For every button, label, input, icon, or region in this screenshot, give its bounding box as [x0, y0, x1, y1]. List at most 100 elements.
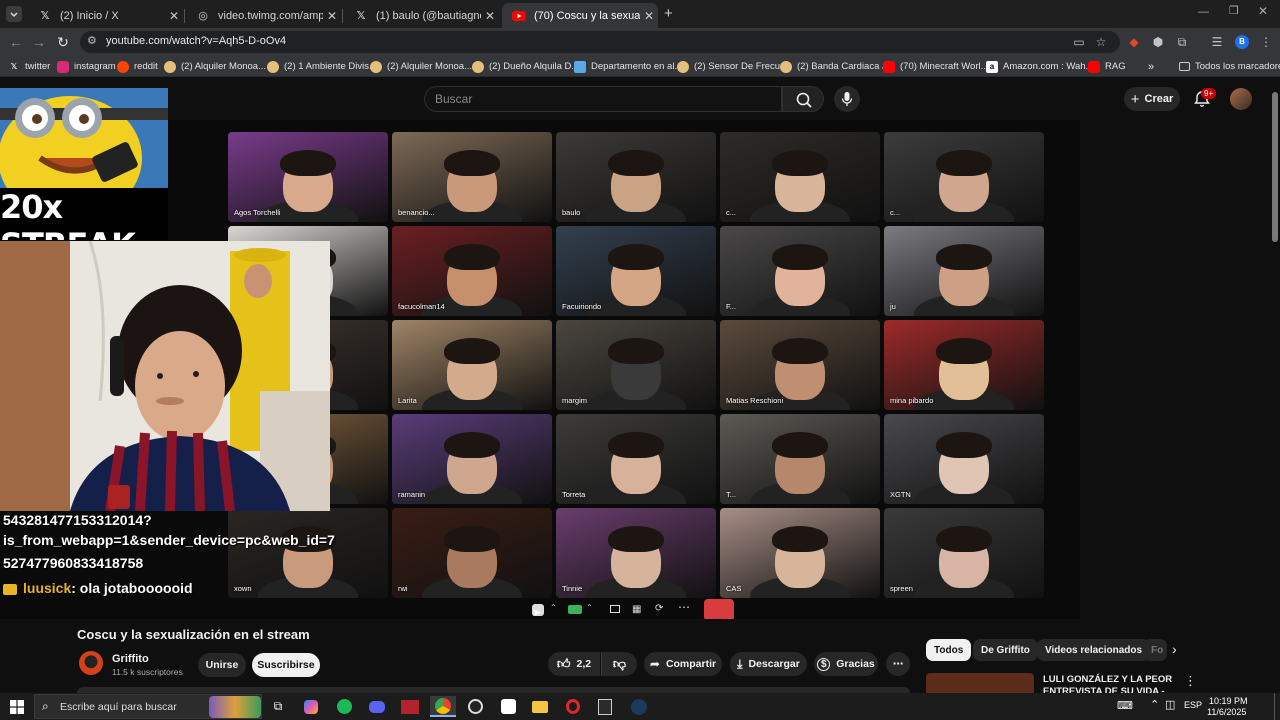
chrome-icon[interactable]: [430, 696, 456, 717]
participant-tile[interactable]: ramanin: [392, 414, 552, 504]
close-tab-icon[interactable]: ✕: [323, 9, 341, 23]
participant-tile[interactable]: Matias Reschioni: [720, 320, 880, 410]
show-desktop[interactable]: [1274, 693, 1280, 720]
download-button[interactable]: ⤓ Descargar: [730, 652, 807, 676]
participant-tile[interactable]: Facuiriondo: [556, 226, 716, 316]
more-icon[interactable]: ⋯: [678, 600, 690, 614]
subscribe-button[interactable]: Suscribirse: [252, 653, 320, 677]
bookmark-star-icon[interactable]: ☆: [1093, 34, 1109, 50]
close-tab-icon[interactable]: ✕: [640, 9, 658, 23]
participant-tile[interactable]: F...: [720, 226, 880, 316]
chip-related[interactable]: Videos relacionados: [1037, 639, 1151, 661]
reload-icon[interactable]: ↻: [54, 33, 72, 51]
address-bar[interactable]: ⚙ youtube.com/watch?v=Aqh5-D-oOv4: [80, 31, 1120, 53]
capcut-icon[interactable]: [497, 696, 519, 717]
close-tab-icon[interactable]: ✕: [481, 9, 499, 23]
clock-date[interactable]: 11/6/2025: [1207, 707, 1246, 717]
channel-avatar[interactable]: [79, 651, 103, 675]
search-input[interactable]: [435, 92, 765, 106]
participant-tile[interactable]: c...: [884, 132, 1044, 222]
participant-tile[interactable]: XGTN: [884, 414, 1044, 504]
like-button[interactable]: 👍︎ 2,2: [548, 652, 600, 676]
share-screen-icon[interactable]: [610, 605, 620, 613]
language-indicator[interactable]: ESP: [1184, 700, 1202, 710]
extensions-puzzle-icon[interactable]: ⧉: [1174, 34, 1190, 50]
recommended-thumbnail[interactable]: [926, 673, 1034, 693]
bookmarks-overflow[interactable]: »: [1148, 59, 1154, 74]
participant-tile[interactable]: ju: [884, 226, 1044, 316]
bookmark-item[interactable]: (2) Dueño Alquila D...: [472, 59, 579, 74]
bookmark-item[interactable]: reddit: [117, 59, 158, 74]
menu-kebab-icon[interactable]: ⋮: [1258, 34, 1274, 50]
spotify-icon[interactable]: [333, 696, 355, 717]
hang-up-button[interactable]: [704, 599, 734, 621]
bookmark-item[interactable]: Departamento en al...: [574, 59, 682, 74]
participant-tile[interactable]: rwi: [392, 508, 552, 598]
bookmark-item[interactable]: a Amazon.com : Wah...: [986, 59, 1093, 74]
chevron-right-icon[interactable]: ›: [1172, 641, 1177, 657]
chip-from-channel[interactable]: De Griffito: [973, 639, 1038, 661]
bookmark-item[interactable]: (70) Minecraft Worl...: [883, 59, 989, 74]
tab-x-home[interactable]: 𝕏 (2) Inicio / X ✕: [28, 3, 183, 28]
participant-tile[interactable]: CAS: [720, 508, 880, 598]
epic-games-icon[interactable]: [594, 696, 616, 717]
participant-tile[interactable]: c...: [720, 132, 880, 222]
chip-partial[interactable]: Fo: [1143, 639, 1167, 661]
chip-all[interactable]: Todos: [926, 639, 972, 661]
bookmark-item[interactable]: 𝕏twitter: [8, 59, 51, 74]
bookmark-item[interactable]: (2) Banda Cardiaca J...: [780, 59, 895, 74]
site-info-icon[interactable]: ⚙: [87, 34, 97, 47]
copilot-icon[interactable]: [300, 696, 322, 717]
all-bookmarks[interactable]: Todos los marcadores: [1179, 59, 1280, 74]
participant-tile[interactable]: T...: [720, 414, 880, 504]
voice-search-button[interactable]: [834, 86, 860, 112]
bookmark-item[interactable]: (2) 1 Ambiente Divis...: [267, 59, 377, 74]
chevron-up-icon[interactable]: ⌃: [550, 603, 557, 612]
obs-icon[interactable]: [464, 696, 486, 717]
more-actions-button[interactable]: ⋯: [886, 652, 910, 676]
task-view-icon[interactable]: ⧉: [267, 696, 289, 717]
file-explorer-icon[interactable]: [529, 696, 551, 717]
page-scrollbar[interactable]: [1270, 84, 1280, 696]
participant-tile[interactable]: mina pibardo: [884, 320, 1044, 410]
search-box[interactable]: [424, 86, 782, 112]
thanks-button[interactable]: $ Gracias: [814, 652, 878, 676]
keyboard-icon[interactable]: ⌨: [1117, 699, 1133, 712]
share-button[interactable]: ➦ Compartir: [644, 652, 722, 676]
participant-tile[interactable]: benancio...: [392, 132, 552, 222]
tab-search-button[interactable]: [6, 6, 22, 22]
tab-youtube-active[interactable]: (70) Coscu y la sexualización en ✕: [502, 3, 658, 28]
close-window-icon[interactable]: ✕: [1258, 4, 1268, 18]
discord-icon[interactable]: [366, 696, 388, 717]
kebab-menu-icon[interactable]: ⋮: [1184, 673, 1197, 689]
participant-tile[interactable]: baulo: [556, 132, 716, 222]
bookmark-item[interactable]: RAG: [1088, 59, 1126, 74]
grid-layout-icon[interactable]: ▦: [632, 604, 641, 615]
bookmark-item[interactable]: (2) Sensor De Frecu...: [677, 59, 788, 74]
clock-time[interactable]: 10:19 PM: [1209, 696, 1248, 706]
restore-icon[interactable]: ❐: [1229, 4, 1239, 17]
back-icon[interactable]: ←: [7, 33, 25, 51]
steam-icon[interactable]: [628, 696, 650, 717]
create-button[interactable]: + Crear: [1124, 87, 1180, 111]
extension-gray-icon[interactable]: ⬢: [1150, 34, 1166, 50]
dislike-button[interactable]: 👎︎: [601, 652, 637, 676]
taskbar-search[interactable]: ⌕ Escribe aquí para buscar: [34, 694, 262, 719]
participant-tile[interactable]: facucolman14: [392, 226, 552, 316]
game-app-icon[interactable]: [399, 696, 421, 717]
reading-list-icon[interactable]: ☰: [1209, 34, 1225, 50]
participant-tile[interactable]: Tinnie: [556, 508, 716, 598]
profile-avatar[interactable]: B: [1235, 35, 1249, 49]
bookmark-item[interactable]: (2) Alquiler Monoa...: [370, 59, 472, 74]
channel-name[interactable]: Griffito: [112, 653, 149, 665]
camera-control-icon[interactable]: [568, 605, 582, 614]
join-button[interactable]: Unirse: [198, 653, 246, 677]
opera-icon[interactable]: [562, 696, 584, 717]
windows-start-icon[interactable]: [6, 696, 28, 717]
tab-baulo-x[interactable]: 𝕏 (1) baulo (@bautiagnone) / X ✕: [344, 3, 499, 28]
account-avatar[interactable]: [1230, 88, 1252, 110]
new-tab-button[interactable]: +: [664, 5, 673, 22]
scrollbar-thumb[interactable]: [1272, 92, 1278, 242]
participant-tile[interactable]: margim: [556, 320, 716, 410]
minimize-icon[interactable]: —: [1198, 6, 1209, 18]
